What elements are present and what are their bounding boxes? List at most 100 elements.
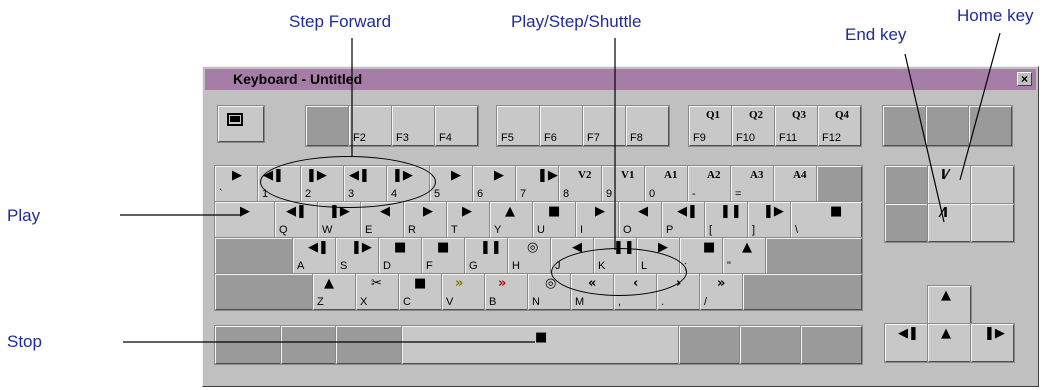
key-delete[interactable] bbox=[884, 203, 929, 243]
key-f7[interactable]: F7 bbox=[582, 105, 627, 147]
key-scrolllock[interactable] bbox=[925, 105, 970, 147]
key-home[interactable]: I⁄ bbox=[927, 165, 972, 205]
key-6[interactable]: ▶ 6 bbox=[472, 165, 517, 203]
key-quote[interactable]: ▲ " bbox=[722, 237, 767, 275]
key-f4[interactable]: F4 bbox=[434, 105, 479, 147]
key-f1[interactable] bbox=[305, 105, 350, 147]
key-win-left[interactable] bbox=[335, 325, 403, 365]
key-alt-left[interactable] bbox=[280, 325, 337, 365]
key-backtick[interactable]: ▶ ` bbox=[214, 165, 259, 203]
key-w[interactable]: ❚▶ W bbox=[317, 201, 362, 239]
key-i[interactable]: ▶ I bbox=[575, 201, 620, 239]
close-button[interactable]: × bbox=[1017, 72, 1032, 86]
key-d[interactable]: ■ D bbox=[378, 237, 423, 275]
key-7[interactable]: ❚▶ 7 bbox=[515, 165, 560, 203]
track-a2-label: A2 bbox=[707, 169, 721, 181]
key-2[interactable]: ❚▶ 2 bbox=[300, 165, 345, 203]
key-pagedown[interactable] bbox=[970, 203, 1015, 243]
key-label: V bbox=[446, 296, 454, 308]
key-minus[interactable]: A2- bbox=[687, 165, 732, 203]
key-a4[interactable]: A4 bbox=[773, 165, 818, 203]
callout-play-step-shuttle: Play/Step/Shuttle bbox=[511, 12, 642, 31]
key-k[interactable]: ❚❚ K bbox=[593, 237, 638, 275]
key-pause[interactable] bbox=[968, 105, 1013, 147]
key-f[interactable]: ■ F bbox=[421, 237, 466, 275]
key-end[interactable]: ⁄I bbox=[927, 203, 972, 243]
key-arrow-down[interactable]: ▲ bbox=[927, 323, 972, 363]
key-f2[interactable]: F2 bbox=[348, 105, 393, 147]
key-label: W bbox=[322, 224, 333, 236]
pause-icon: ❚❚ bbox=[613, 240, 635, 255]
toggle-source-icon: ◎ bbox=[545, 276, 557, 291]
key-c[interactable]: ■ C bbox=[398, 273, 443, 311]
go-to-in-icon: ◀❚ bbox=[286, 204, 307, 219]
key-s[interactable]: ❚▶ S bbox=[335, 237, 380, 275]
key-g[interactable]: ❚❚ G bbox=[464, 237, 509, 275]
key-f5[interactable]: F5 bbox=[496, 105, 541, 147]
key-1[interactable]: ◀❚ 1 bbox=[257, 165, 302, 203]
key-arrow-up[interactable]: ▲ bbox=[927, 285, 972, 325]
key-4[interactable]: ❚▶ 4 bbox=[386, 165, 431, 203]
key-lbracket[interactable]: ❚❚ [ bbox=[704, 201, 749, 239]
key-h[interactable]: ◎ H bbox=[507, 237, 552, 275]
key-a[interactable]: ◀❚ A bbox=[292, 237, 337, 275]
key-o[interactable]: ◀ O bbox=[618, 201, 663, 239]
key-f3[interactable]: F3 bbox=[391, 105, 436, 147]
clear-out-icon: ◀ bbox=[638, 204, 648, 219]
key-capslock[interactable] bbox=[214, 237, 294, 275]
key-enter[interactable] bbox=[765, 237, 863, 275]
key-esc[interactable] bbox=[217, 105, 265, 143]
key-f11[interactable]: Q3 F11 bbox=[774, 105, 819, 147]
key-y[interactable]: ▲ Y bbox=[489, 201, 534, 239]
key-ctrl-left[interactable] bbox=[214, 325, 282, 365]
key-pageup[interactable] bbox=[970, 165, 1015, 205]
key-5[interactable]: ▶ 5 bbox=[429, 165, 474, 203]
title-bar[interactable]: Keyboard - Untitled × bbox=[205, 69, 1036, 90]
key-p[interactable]: ◀❚ P bbox=[661, 201, 706, 239]
key-f8[interactable]: F8 bbox=[625, 105, 670, 147]
key-insert[interactable] bbox=[884, 165, 929, 205]
step-back-icon: ◀❚ bbox=[898, 326, 919, 341]
key-n[interactable]: ◎ N bbox=[527, 273, 572, 311]
key-l[interactable]: ▶ L bbox=[636, 237, 681, 275]
key-j[interactable]: ◀ J bbox=[550, 237, 595, 275]
key-label: U bbox=[537, 224, 545, 236]
key-ctrl-right[interactable] bbox=[800, 325, 863, 365]
key-z[interactable]: ▲ Z bbox=[312, 273, 357, 311]
key-r[interactable]: ▶ R bbox=[403, 201, 448, 239]
key-arrow-right[interactable]: ❚▶ bbox=[970, 323, 1015, 363]
key-arrow-left[interactable]: ◀❚ bbox=[884, 323, 929, 363]
key-shift-right[interactable] bbox=[742, 273, 863, 311]
key-shift-left[interactable] bbox=[214, 273, 314, 311]
key-u[interactable]: ■ U bbox=[532, 201, 577, 239]
key-f12[interactable]: Q4 F12 bbox=[817, 105, 862, 147]
key-q[interactable]: ◀❚ Q bbox=[274, 201, 319, 239]
key-space[interactable]: ■ bbox=[401, 325, 680, 365]
key-t[interactable]: ▶ T bbox=[446, 201, 491, 239]
key-f9[interactable]: Q1 F9 bbox=[688, 105, 733, 147]
key-equals[interactable]: A3 = bbox=[730, 165, 775, 203]
key-printscreen[interactable] bbox=[882, 105, 927, 147]
key-9[interactable]: V1 9 bbox=[601, 165, 646, 203]
key-period[interactable]: ›. bbox=[656, 273, 701, 311]
key-tab[interactable]: ▶ bbox=[214, 201, 276, 239]
key-f6[interactable]: F6 bbox=[539, 105, 584, 147]
key-comma[interactable]: ‹, bbox=[613, 273, 658, 311]
key-label: R bbox=[408, 224, 416, 236]
key-semicolon[interactable]: ■; bbox=[679, 237, 724, 275]
key-alt-right[interactable] bbox=[678, 325, 741, 365]
key-8[interactable]: V2 8 bbox=[558, 165, 603, 203]
key-v[interactable]: » V bbox=[441, 273, 486, 311]
key-rbracket[interactable]: ❚▶] bbox=[747, 201, 792, 239]
key-backslash[interactable]: ■ \ bbox=[790, 201, 863, 239]
key-m[interactable]: «M bbox=[570, 273, 615, 311]
key-3[interactable]: ◀❚ 3 bbox=[343, 165, 388, 203]
key-b[interactable]: » B bbox=[484, 273, 529, 311]
key-0[interactable]: A1 0 bbox=[644, 165, 689, 203]
key-backspace[interactable] bbox=[816, 165, 863, 203]
key-e[interactable]: ◀ E bbox=[360, 201, 405, 239]
key-f10[interactable]: Q2 F10 bbox=[731, 105, 776, 147]
key-menu[interactable] bbox=[739, 325, 802, 365]
key-x[interactable]: ✂ X bbox=[355, 273, 400, 311]
key-slash[interactable]: » / bbox=[699, 273, 744, 311]
